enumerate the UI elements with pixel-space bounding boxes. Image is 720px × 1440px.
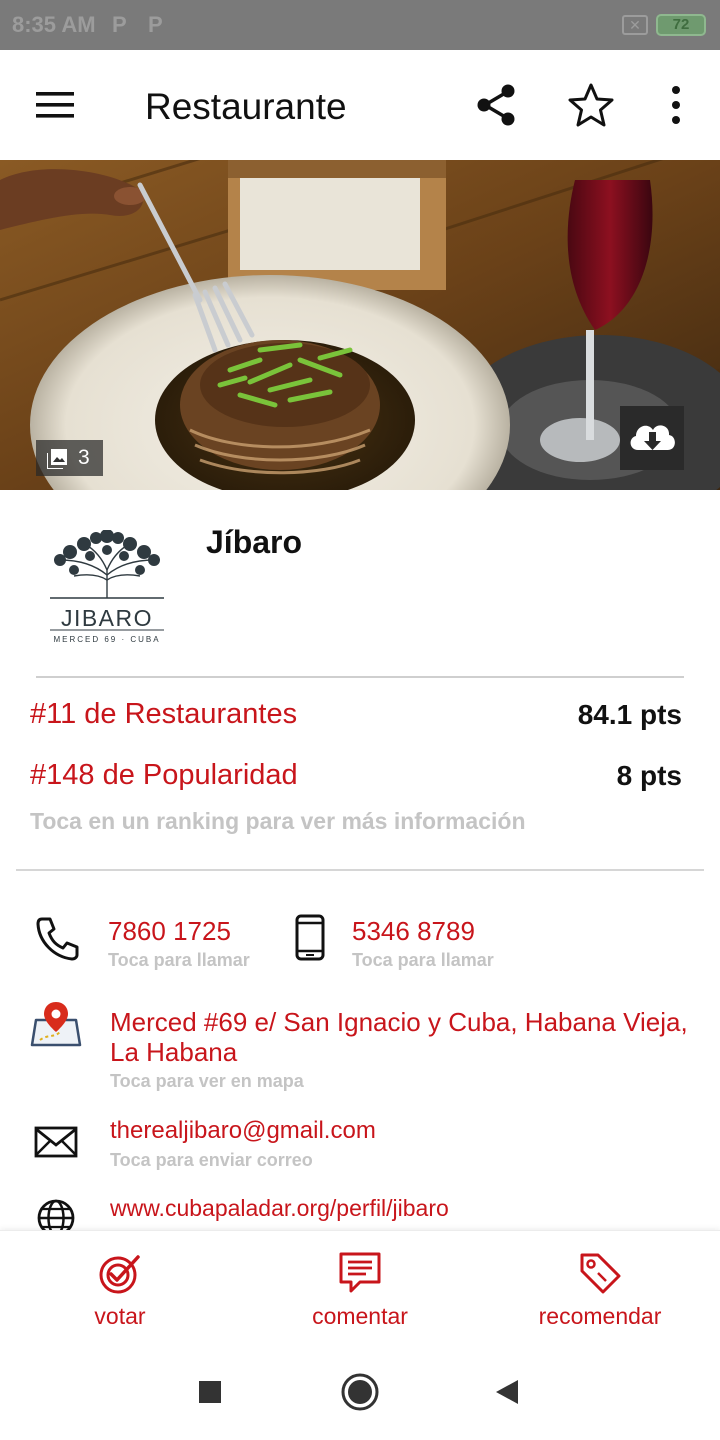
back-button[interactable] bbox=[484, 1370, 528, 1414]
tag-icon bbox=[580, 1253, 621, 1294]
address-line-2: La Habana bbox=[110, 1037, 238, 1067]
envelope-icon bbox=[34, 1126, 78, 1158]
status-bar: 8:35 AM P P ✕ 72 bbox=[0, 0, 720, 50]
status-time: 8:35 AM bbox=[12, 12, 96, 37]
recents-button[interactable] bbox=[188, 1370, 232, 1414]
vote-target-icon bbox=[99, 1255, 140, 1294]
logo-tagline-text: MERCED 69 · CUBA bbox=[53, 635, 160, 644]
app-screen: 8:35 AM P P ✕ 72 Restaurante 3 JIBARO ME… bbox=[0, 0, 720, 1440]
page-title: Restaurante bbox=[145, 86, 347, 127]
email-contact[interactable]: therealjibaro@gmail.com Toca para enviar… bbox=[110, 1116, 376, 1171]
comment-icon bbox=[339, 1252, 381, 1293]
address-hint: Toca para ver en mapa bbox=[110, 1071, 304, 1091]
vote-button[interactable]: votar bbox=[0, 1231, 240, 1341]
home-button[interactable] bbox=[338, 1370, 382, 1414]
logo-brand-text: JIBARO bbox=[61, 605, 153, 631]
gallery-icon bbox=[47, 449, 67, 469]
menu-icon[interactable] bbox=[36, 90, 76, 120]
parking-notification-icon: P bbox=[112, 12, 127, 37]
food-photo-illustration bbox=[0, 160, 720, 490]
mobile-phone-icon bbox=[295, 914, 325, 961]
address-line-1: Merced #69 e/ San Ignacio y Cuba, Habana… bbox=[110, 1007, 688, 1037]
restaurant-photo[interactable]: 3 bbox=[0, 160, 720, 490]
map-pin-icon bbox=[30, 1002, 82, 1047]
phone-contact[interactable]: 7860 1725 Toca para llamar bbox=[108, 916, 250, 971]
ranking-restaurantes[interactable]: #11 de Restaurantes 84.1 pts bbox=[30, 698, 682, 740]
divider bbox=[36, 676, 684, 678]
cloud-download-icon[interactable] bbox=[620, 406, 684, 470]
phone-number: 7860 1725 bbox=[108, 916, 231, 946]
mobile-number: 5346 8789 bbox=[352, 916, 475, 946]
photo-count-badge[interactable]: 3 bbox=[36, 440, 103, 476]
email-hint: Toca para enviar correo bbox=[110, 1150, 313, 1170]
ranking-points: 8 pts bbox=[616, 760, 682, 791]
email-address: therealjibaro@gmail.com bbox=[110, 1117, 376, 1144]
sim-off-icon: ✕ bbox=[622, 15, 648, 35]
website-contact[interactable]: www.cubapaladar.org/perfil/jibaro bbox=[110, 1193, 449, 1223]
recommend-button[interactable]: recomendar bbox=[480, 1231, 720, 1341]
mobile-hint: Toca para llamar bbox=[352, 950, 494, 970]
restaurant-logo: JIBARO MERCED 69 · CUBA bbox=[40, 529, 174, 648]
share-icon[interactable] bbox=[473, 82, 519, 128]
comment-button[interactable]: comentar bbox=[240, 1231, 480, 1341]
ranking-label: #148 de Popularidad bbox=[30, 759, 298, 791]
phone-icon bbox=[36, 917, 79, 961]
ranking-points: 84.1 pts bbox=[577, 699, 682, 730]
battery-icon: 72 bbox=[656, 14, 706, 36]
more-vert-icon[interactable] bbox=[654, 82, 700, 128]
divider bbox=[16, 869, 704, 871]
website-url: www.cubapaladar.org/perfil/jibaro bbox=[110, 1195, 449, 1221]
star-outline-icon[interactable] bbox=[568, 82, 614, 128]
comment-label: comentar bbox=[312, 1303, 408, 1329]
ranking-label: #11 de Restaurantes bbox=[30, 698, 298, 730]
ranking-popularidad[interactable]: #148 de Popularidad 8 pts bbox=[30, 759, 682, 801]
parking-notification-icon: P bbox=[148, 12, 163, 37]
photo-count: 3 bbox=[78, 446, 90, 469]
restaurant-name: Jíbaro bbox=[206, 524, 303, 560]
vote-label: votar bbox=[94, 1303, 146, 1329]
system-nav-bar bbox=[0, 1340, 720, 1440]
app-bar: Restaurante bbox=[0, 50, 720, 160]
phone-hint: Toca para llamar bbox=[108, 950, 250, 970]
address-contact[interactable]: Merced #69 e/ San Ignacio y Cuba, Habana… bbox=[110, 1007, 688, 1092]
ranking-hint: Toca en un ranking para ver más informac… bbox=[30, 808, 526, 834]
mobile-contact[interactable]: 5346 8789 Toca para llamar bbox=[352, 916, 494, 971]
action-bar: votar comentar recomendar bbox=[0, 1230, 720, 1340]
recommend-label: recomendar bbox=[538, 1303, 662, 1329]
